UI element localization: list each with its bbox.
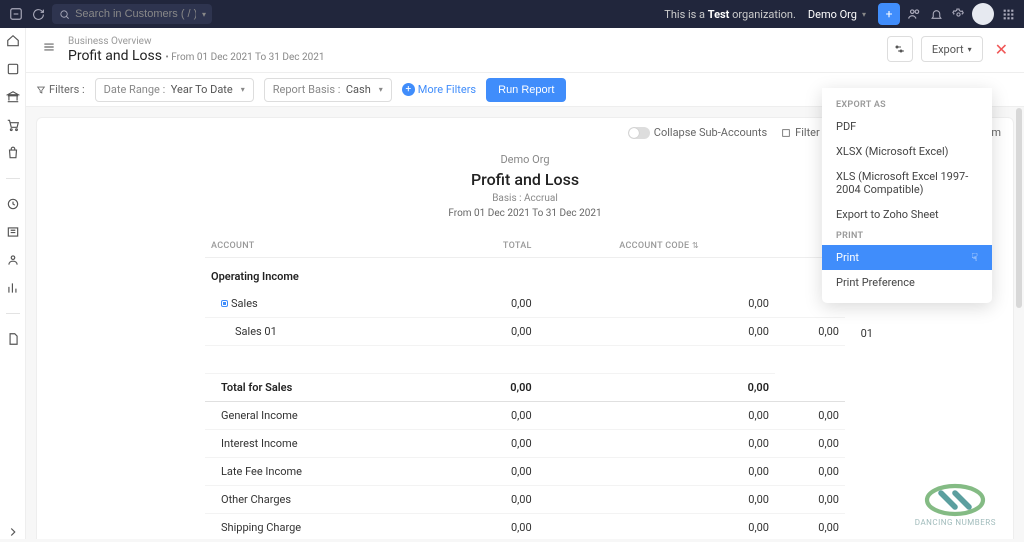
- table-row: Sales 01 0,00 0,00 0,00: [205, 318, 845, 346]
- export-xls[interactable]: XLS (Microsoft Excel 1997-2004 Compatibl…: [822, 164, 992, 202]
- table-row: Other Charges 0,00 0,00 0,00: [205, 485, 845, 513]
- quick-create-button[interactable]: +: [878, 3, 900, 25]
- filters-label: Filters :: [36, 83, 85, 96]
- section-operating-income: Operating Income: [205, 258, 845, 291]
- row-sales[interactable]: Sales: [205, 290, 468, 318]
- date-range-select[interactable]: Date Range : Year To Date▾: [95, 78, 254, 102]
- user-avatar[interactable]: [972, 3, 994, 25]
- purchases-icon[interactable]: [6, 146, 20, 160]
- banking-icon[interactable]: [6, 90, 20, 104]
- documents-icon[interactable]: [6, 332, 20, 346]
- report-basis-select[interactable]: Report Basis : Cash▾: [264, 78, 392, 102]
- table-row: Total for Sales 0,00 0,00: [205, 373, 845, 401]
- breadcrumb: Business Overview: [68, 36, 324, 47]
- page-header: Business Overview Profit and Loss • From…: [26, 28, 1024, 73]
- search-icon: [58, 6, 71, 22]
- search-box[interactable]: ▾: [52, 4, 212, 24]
- reports-icon[interactable]: [6, 281, 20, 295]
- collapse-subaccounts-toggle[interactable]: Collapse Sub-Accounts: [628, 126, 767, 139]
- contacts-icon[interactable]: [6, 253, 20, 267]
- report-table: ACCOUNT TOTAL ACCOUNT CODE ⇅ Operating I…: [205, 235, 845, 539]
- top-bar: ▾ This is a Test organization. Demo Org▾…: [0, 0, 1024, 28]
- col-account-code[interactable]: ACCOUNT CODE ⇅: [538, 235, 705, 258]
- settings-icon[interactable]: [950, 6, 966, 22]
- account-code-cell: 01: [809, 320, 879, 348]
- row-general-income[interactable]: General Income: [205, 401, 468, 429]
- export-pdf[interactable]: PDF: [822, 114, 992, 139]
- org-switcher[interactable]: Demo Org▾: [808, 8, 866, 21]
- row-sales-01[interactable]: Sales 01: [205, 318, 468, 346]
- export-dropdown: EXPORT AS PDF XLSX (Microsoft Excel) XLS…: [822, 88, 992, 303]
- table-row: General Income 0,00 0,00 0,00: [205, 401, 845, 429]
- items-icon[interactable]: [6, 62, 20, 76]
- table-row: Shipping Charge 0,00 0,00 0,00: [205, 513, 845, 539]
- app-logo-icon[interactable]: [8, 6, 24, 22]
- more-filters-button[interactable]: +More Filters: [402, 83, 476, 96]
- print-option[interactable]: Print: [822, 245, 992, 270]
- customize-button[interactable]: [887, 36, 913, 62]
- row-late-fee[interactable]: Late Fee Income: [205, 457, 468, 485]
- table-row: 01: [205, 346, 845, 374]
- export-zoho-sheet[interactable]: Export to Zoho Sheet: [822, 202, 992, 227]
- export-xlsx[interactable]: XLSX (Microsoft Excel): [822, 139, 992, 164]
- table-row: Late Fee Income 0,00 0,00 0,00: [205, 457, 845, 485]
- apps-grid-icon[interactable]: [1000, 6, 1016, 22]
- left-nav: [0, 28, 26, 539]
- chevron-down-icon: ▾: [202, 10, 206, 19]
- run-report-button[interactable]: Run Report: [486, 78, 566, 102]
- table-row: Interest Income 0,00 0,00 0,00: [205, 429, 845, 457]
- print-preference[interactable]: Print Preference: [822, 270, 992, 295]
- home-icon[interactable]: [6, 34, 20, 48]
- table-row: Sales 0,00 0,00: [205, 290, 845, 318]
- dropdown-header-print: PRINT: [822, 227, 992, 245]
- dropdown-header-export: EXPORT AS: [822, 96, 992, 114]
- row-total-sales: Total for Sales: [205, 373, 468, 401]
- search-input[interactable]: [75, 8, 196, 20]
- row-interest-income[interactable]: Interest Income: [205, 429, 468, 457]
- collapse-nav-icon[interactable]: [6, 525, 20, 539]
- sales-icon[interactable]: [6, 118, 20, 132]
- accountant-icon[interactable]: [6, 225, 20, 239]
- refresh-icon[interactable]: [30, 6, 46, 22]
- page-title: Profit and Loss • From 01 Dec 2021 To 31…: [68, 48, 324, 64]
- col-total[interactable]: TOTAL: [468, 235, 538, 258]
- expand-icon[interactable]: [221, 300, 228, 307]
- time-icon[interactable]: [6, 197, 20, 211]
- scrollbar[interactable]: [1016, 108, 1022, 308]
- col-account[interactable]: ACCOUNT: [205, 235, 468, 258]
- close-icon[interactable]: ✕: [991, 40, 1012, 59]
- row-other-charges[interactable]: Other Charges: [205, 485, 468, 513]
- row-shipping[interactable]: Shipping Charge: [205, 513, 468, 539]
- referrals-icon[interactable]: [906, 6, 922, 22]
- hamburger-icon[interactable]: [38, 36, 60, 58]
- export-button[interactable]: Export▾: [921, 36, 983, 62]
- notification-icon[interactable]: [928, 6, 944, 22]
- test-org-banner: This is a Test organization.: [664, 8, 796, 21]
